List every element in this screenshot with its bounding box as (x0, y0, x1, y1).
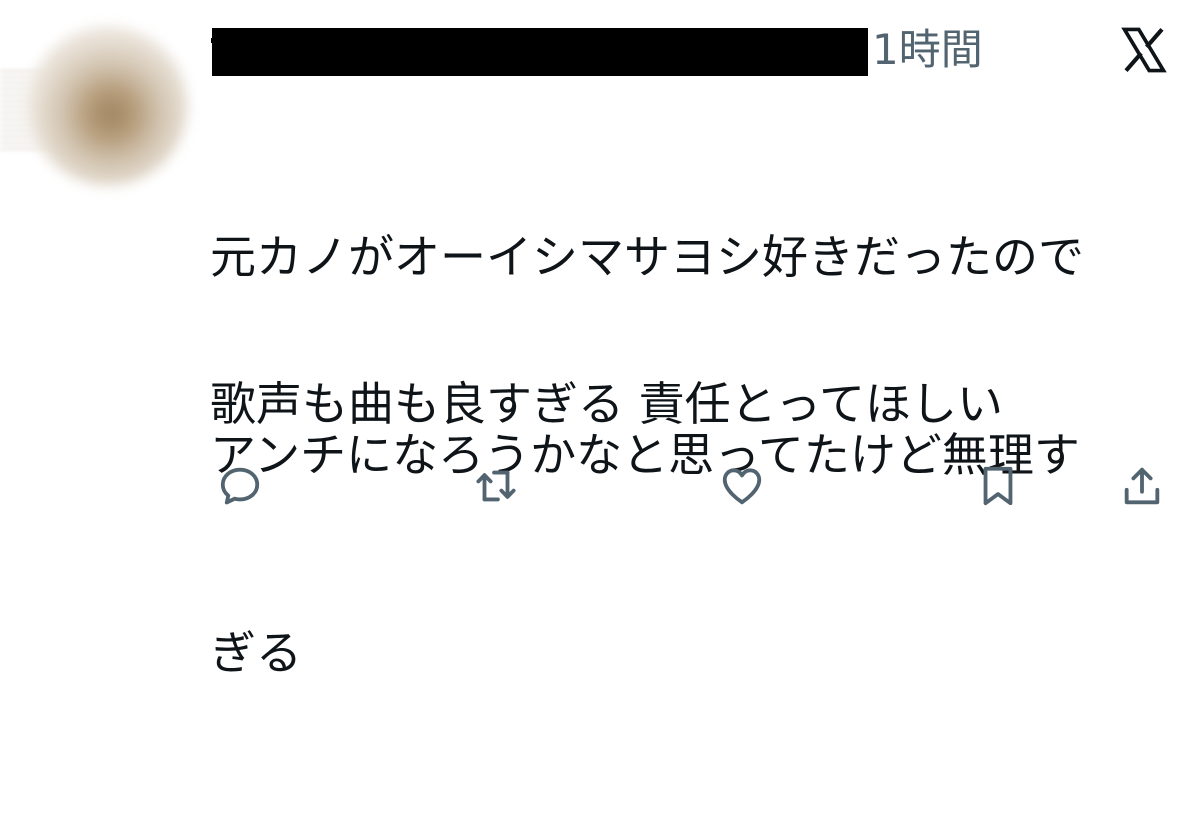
avatar[interactable] (28, 26, 188, 186)
x-logo-icon (1118, 24, 1170, 76)
bookmark-icon (983, 466, 1013, 506)
heart-icon (722, 468, 762, 505)
tweet-timestamp[interactable]: 1時間 (872, 24, 983, 76)
share-button[interactable] (1114, 458, 1170, 514)
redacted-username (212, 28, 868, 76)
like-button[interactable] (714, 458, 770, 514)
tweet-text: 元カノがオーイシマサヨシ好きだったので アンチになろうかなと思ってたけど無理す … (210, 92, 1170, 818)
bookmark-button[interactable] (970, 458, 1026, 514)
reply-button[interactable] (212, 458, 268, 514)
tweet-text-line: 元カノがオーイシマサヨシ好きだったので (210, 230, 1084, 284)
share-icon (1124, 467, 1160, 505)
tweet-text-line: 歌声も曲も良すぎる 責任とってほしい (210, 377, 1003, 431)
tweet-text-line: ぎる (210, 626, 302, 680)
reply-icon (220, 467, 260, 505)
retweet-button[interactable] (468, 458, 524, 514)
retweet-icon (476, 470, 516, 502)
